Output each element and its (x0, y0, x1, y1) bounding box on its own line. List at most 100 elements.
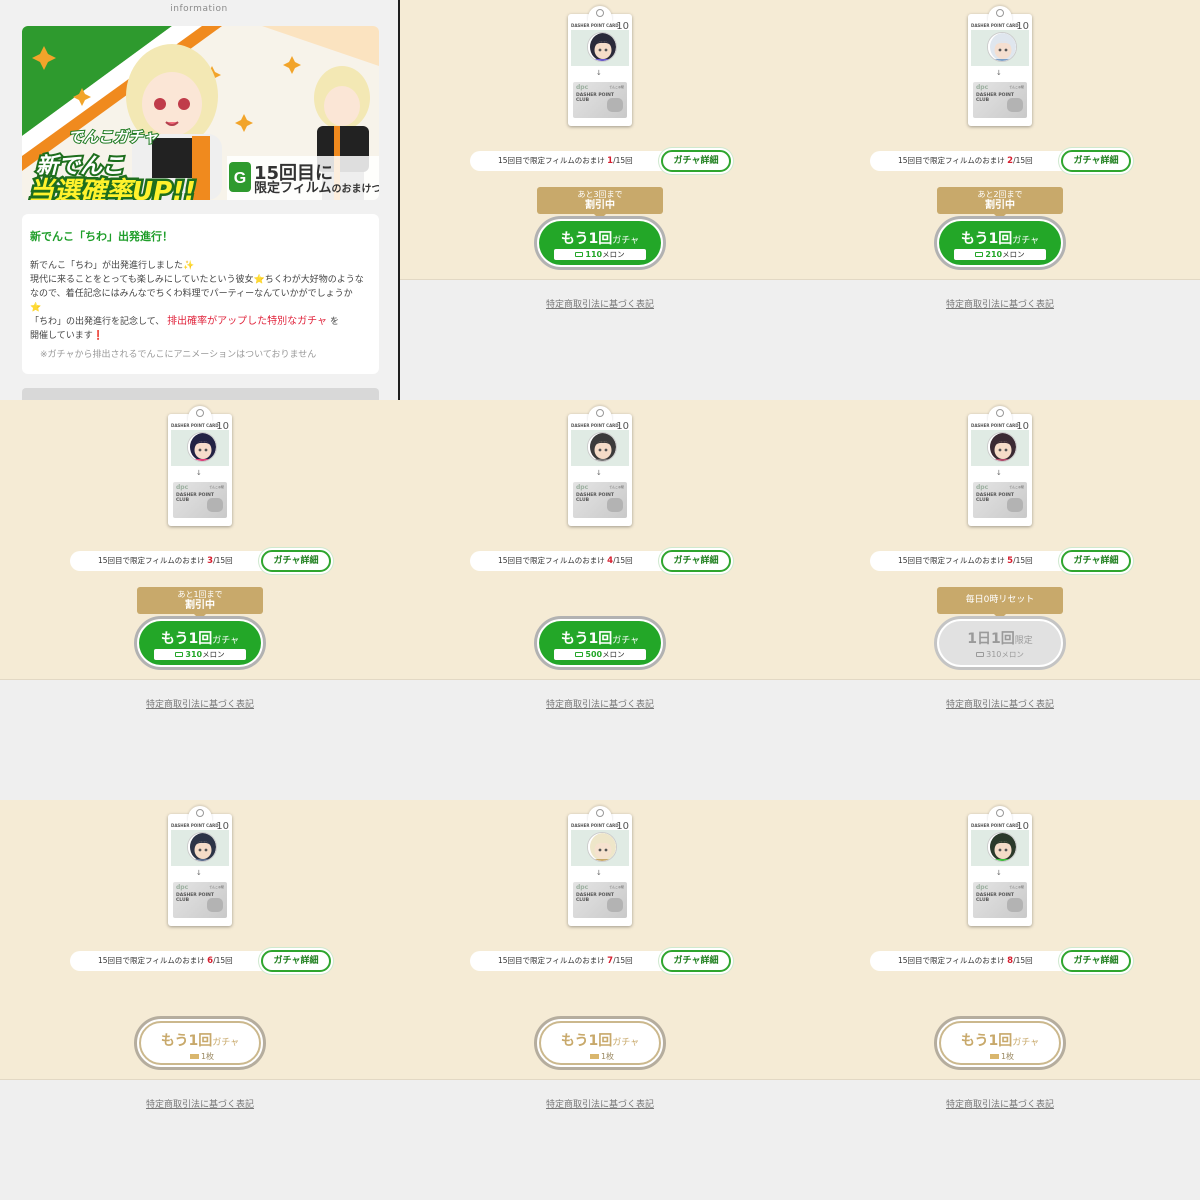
character-face-icon (988, 33, 1016, 61)
plate-sub: でんこ@駅 (608, 85, 624, 89)
plate-logo-icon (607, 98, 623, 112)
plate-logo-icon (1007, 98, 1023, 112)
plate-logo-icon (1007, 498, 1023, 512)
legal-notice-link[interactable]: 特定商取引法に基づく表記 (400, 1097, 800, 1110)
gacha-details-button[interactable]: ガチャ詳細 (661, 550, 731, 572)
plate-sub: でんこ@駅 (1008, 85, 1024, 89)
plate-sub: でんこ@駅 (1008, 485, 1024, 489)
ticket-icon (589, 1053, 599, 1059)
notice-box: 新でんこ「ちわ」出発進行！ 新でんこ「ちわ」が出発進行しました✨ 現代に来ること… (22, 214, 379, 374)
daily-limited-gacha-button[interactable]: 1日1回限定 310メロン (934, 616, 1066, 670)
legal-notice-link[interactable]: 特定商取引法に基づく表記 (0, 1097, 400, 1110)
legal-notice-link[interactable]: 特定商取引法に基づく表記 (400, 297, 800, 310)
button-label: もう1回ガチャ (141, 1030, 259, 1050)
card-plate: dpc でんこ@駅 DASHER POINT CLUB (973, 82, 1027, 118)
gacha-banner[interactable]: G でんこガチャ 新でんこ 当選確率UP!! 15回目に 限定フィルムのおまけつ… (22, 26, 379, 200)
arrow-down-icon: ↓ (996, 869, 1002, 877)
dasher-point-card: DASHER POINT CARD 10 ↓ dpc でんこ@駅 DASHER … (568, 806, 632, 926)
price-unit: メロン (1001, 650, 1024, 659)
button-label-main: 1日1回 (967, 631, 1015, 647)
discount-tag: あと2回まで 割引中 (937, 187, 1063, 220)
progress-suffix: /15回 (613, 956, 633, 965)
ticket-gacha-button[interactable]: もう1回ガチャ 1枚 (934, 1016, 1066, 1070)
gacha-panel-4: DASHER POINT CARD 10 ↓ dpc でんこ@駅 DASHER … (400, 400, 800, 800)
ticket-gacha-button[interactable]: もう1回ガチャ 1枚 (134, 1016, 266, 1070)
gacha-details-button[interactable]: ガチャ詳細 (1061, 950, 1131, 972)
one-more-gacha-button[interactable]: もう1回ガチャ 310メロン (134, 616, 266, 670)
gacha-details-button[interactable]: ガチャ詳細 (1061, 550, 1131, 572)
plate-brand: dpc (576, 84, 589, 91)
plate-logo-icon (1007, 898, 1023, 912)
plate-logo-icon (207, 898, 223, 912)
gacha-details-button[interactable]: ガチャ詳細 (1061, 150, 1131, 172)
card-header: DASHER POINT CARD (571, 823, 619, 828)
character-avatar (187, 432, 217, 462)
price-amount: 210 (985, 250, 1003, 259)
legal-notice-link[interactable]: 特定商取引法に基づく表記 (800, 297, 1200, 310)
character-face-icon (988, 833, 1016, 861)
information-title: information (170, 4, 228, 14)
card-plate: dpc でんこ@駅 DASHER POINT CLUB (573, 882, 627, 918)
next-section-peek (22, 388, 379, 400)
button-label-sub: ガチャ (612, 636, 640, 646)
legal-notice-link[interactable]: 特定商取引法に基づく表記 (800, 1097, 1200, 1110)
legal-notice-link[interactable]: 特定商取引法に基づく表記 (400, 697, 800, 710)
character-face-icon (588, 833, 616, 861)
ticket-cost: 1枚 (156, 1051, 248, 1062)
ticket-count: 1枚 (600, 1052, 615, 1061)
legal-notice-link[interactable]: 特定商取引法に基づく表記 (800, 697, 1200, 710)
card-header: DASHER POINT CARD (171, 423, 219, 428)
button-label: 1日1回限定 (939, 628, 1061, 648)
legal-notice-link[interactable]: 特定商取引法に基づく表記 (0, 697, 400, 710)
gacha-details-button[interactable]: ガチャ詳細 (261, 950, 331, 972)
discount-tag: あと3回まで 割引中 (537, 187, 663, 220)
character-avatar (587, 432, 617, 462)
arrow-down-icon: ↓ (596, 469, 602, 477)
gacha-details-button[interactable]: ガチャ詳細 (261, 550, 331, 572)
plate-sub: でんこ@駅 (208, 485, 224, 489)
card-avatar-strip (171, 830, 229, 866)
plate-logo-icon (607, 898, 623, 912)
notice-heading: 新でんこ「ちわ」出発進行！ (30, 230, 173, 243)
progress-prefix: 15回目で限定フィルムのおまけ (98, 556, 205, 565)
one-more-gacha-button[interactable]: もう1回ガチャ 500メロン (534, 616, 666, 670)
one-more-gacha-button[interactable]: もう1回ガチャ 110メロン (534, 216, 666, 270)
notice-text: 開催しています (30, 331, 93, 341)
ticket-gacha-button[interactable]: もう1回ガチャ 1枚 (534, 1016, 666, 1070)
price-unit: メロン (602, 650, 625, 659)
dasher-point-card: DASHER POINT CARD 10 ↓ dpc でんこ@駅 DASHER … (568, 6, 632, 126)
card-header: DASHER POINT CARD (971, 423, 1019, 428)
notice-line: 新でんこ「ちわ」が出発進行しました✨ (30, 261, 195, 271)
dasher-point-card: DASHER POINT CARD 10 ↓ dpc でんこ@駅 DASHER … (968, 6, 1032, 126)
banner-bonus-tail: のおまけつき! (331, 184, 379, 195)
ticket-icon (989, 1053, 999, 1059)
arrow-down-icon: ↓ (996, 69, 1002, 77)
button-face: もう1回ガチャ 310メロン (139, 621, 261, 665)
gacha-details-button[interactable]: ガチャ詳細 (661, 950, 731, 972)
plate-brand: dpc (976, 484, 989, 491)
button-label: もう1回ガチャ (541, 1030, 659, 1050)
notice-text: を (329, 317, 339, 327)
plate-sub: でんこ@駅 (1008, 885, 1024, 889)
plate-brand: dpc (176, 484, 189, 491)
progress-prefix: 15回目で限定フィルムのおまけ (898, 556, 1005, 565)
button-label-main: もう1回 (560, 631, 613, 647)
gacha-details-button[interactable]: ガチャ詳細 (661, 150, 731, 172)
progress-prefix: 15回目で限定フィルムのおまけ (498, 156, 605, 165)
notice-line: なので、着任記念にはみんなでちくわ料理でパーティーなんていかがでしょうか (30, 289, 353, 299)
card-avatar-strip (971, 430, 1029, 466)
button-label: もう1回ガチャ (539, 628, 661, 648)
melon-card-icon (575, 251, 584, 257)
banner-label: でんこガチャ (67, 127, 159, 147)
card-avatar-strip (171, 430, 229, 466)
plate-brand: dpc (976, 84, 989, 91)
notice-text: 「ちわ」の出発進行を記念して、 (30, 317, 165, 327)
character-avatar (987, 32, 1017, 62)
character-avatar (987, 432, 1017, 462)
dasher-point-card: DASHER POINT CARD 10 ↓ dpc でんこ@駅 DASHER … (968, 806, 1032, 926)
one-more-gacha-button[interactable]: もう1回ガチャ 210メロン (934, 216, 1066, 270)
notice-highlight: 排出確率がアップした特別なガチャ (167, 316, 328, 327)
price-amount: 500 (585, 650, 603, 659)
button-face: 1日1回限定 310メロン (939, 621, 1061, 665)
card-plate: dpc でんこ@駅 DASHER POINT CLUB (173, 482, 227, 518)
